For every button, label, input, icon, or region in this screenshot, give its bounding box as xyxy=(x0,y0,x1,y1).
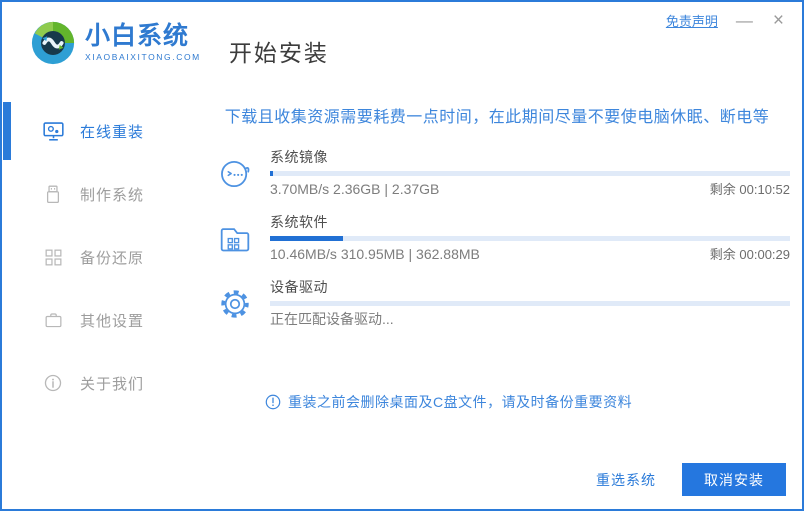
monitor-icon xyxy=(42,121,64,141)
task-remaining: 剩余 00:00:29 xyxy=(709,247,790,262)
mascot-face-icon xyxy=(217,156,253,192)
task-list: 系统镜像 3.70MB/s 2.36GB | 2.37GB 剩余 00:10:5… xyxy=(192,149,802,328)
sidebar-item-about-us[interactable]: 关于我们 xyxy=(2,354,192,412)
task-title: 系统镜像 xyxy=(270,149,328,165)
briefcase-icon xyxy=(42,312,64,328)
sidebar-item-label: 关于我们 xyxy=(80,375,145,393)
task-device-driver: 设备驱动 正在匹配设备驱动... xyxy=(217,279,790,328)
brand-domain: XIAOBAIXITONG.COM xyxy=(85,52,201,62)
task-progress-fill xyxy=(270,171,273,176)
main-content: 下载且收集资源需要耗费一点时间，在此期间尽量不要使电脑休眠、断电等 系统镜像 3… xyxy=(192,98,802,509)
exclamation-circle-icon xyxy=(265,394,281,410)
task-system-image: 系统镜像 3.70MB/s 2.36GB | 2.37GB 剩余 00:10:5… xyxy=(217,149,790,198)
task-title: 设备驱动 xyxy=(270,279,328,295)
sidebar-item-label: 其他设置 xyxy=(80,312,145,330)
minimize-button[interactable]: — xyxy=(734,12,755,29)
sidebar-item-backup-restore[interactable]: 备份还原 xyxy=(2,228,192,286)
usb-icon xyxy=(42,185,64,204)
sidebar-item-other-settings[interactable]: 其他设置 xyxy=(2,291,192,349)
sidebar-item-label: 在线重装 xyxy=(80,123,145,141)
sidebar-item-online-reinstall[interactable]: 在线重装 xyxy=(2,102,192,160)
gear-icon xyxy=(217,286,253,322)
backup-notice-text: 重装之前会删除桌面及C盘文件，请及时备份重要资料 xyxy=(288,394,633,410)
sidebar-item-make-system[interactable]: 制作系统 xyxy=(2,165,192,223)
info-icon xyxy=(42,374,64,392)
task-detail: 10.46MB/s 310.95MB | 362.88MB xyxy=(270,246,480,262)
task-title: 系统软件 xyxy=(270,214,328,230)
brand-text: 小白系统 XIAOBAIXITONG.COM xyxy=(85,23,201,62)
backup-notice: 重装之前会删除桌面及C盘文件，请及时备份重要资料 xyxy=(265,392,802,412)
task-progress-bar xyxy=(270,301,790,306)
task-progress-fill xyxy=(270,236,343,241)
disclaimer-link[interactable]: 免责声明 xyxy=(666,11,718,30)
blocks-icon xyxy=(42,249,64,266)
reselect-system-button[interactable]: 重选系统 xyxy=(596,470,656,490)
warning-text: 下载且收集资源需要耗费一点时间，在此期间尽量不要使电脑休眠、断电等 xyxy=(224,109,770,126)
task-detail: 3.70MB/s 2.36GB | 2.37GB xyxy=(270,181,440,197)
sidebar: 在线重装 制作系统 备份还原 其他设置 关于我们 xyxy=(2,98,192,509)
task-remaining: 剩余 00:10:52 xyxy=(709,182,790,197)
sidebar-item-label: 制作系统 xyxy=(80,186,145,204)
titlebar: 免责声明 — × xyxy=(666,2,802,30)
cancel-install-button[interactable]: 取消安装 xyxy=(682,463,786,496)
task-detail: 正在匹配设备驱动... xyxy=(270,311,394,327)
task-progress-bar xyxy=(270,236,790,241)
sidebar-item-label: 备份还原 xyxy=(80,249,145,267)
brand-logo-icon xyxy=(30,20,76,66)
task-progress-bar xyxy=(270,171,790,176)
close-button[interactable]: × xyxy=(771,11,786,30)
app-window: 免责声明 — × 小白系统 XIAOBAIXITONG.COM 开始安装 在线重… xyxy=(0,0,804,511)
brand-name: 小白系统 xyxy=(85,22,190,50)
footer-actions: 重选系统 取消安装 xyxy=(596,463,786,496)
folder-grid-icon xyxy=(217,221,253,257)
page-title: 开始安装 xyxy=(228,40,329,66)
task-system-software: 系统软件 10.46MB/s 310.95MB | 362.88MB 剩余 00… xyxy=(217,214,790,263)
